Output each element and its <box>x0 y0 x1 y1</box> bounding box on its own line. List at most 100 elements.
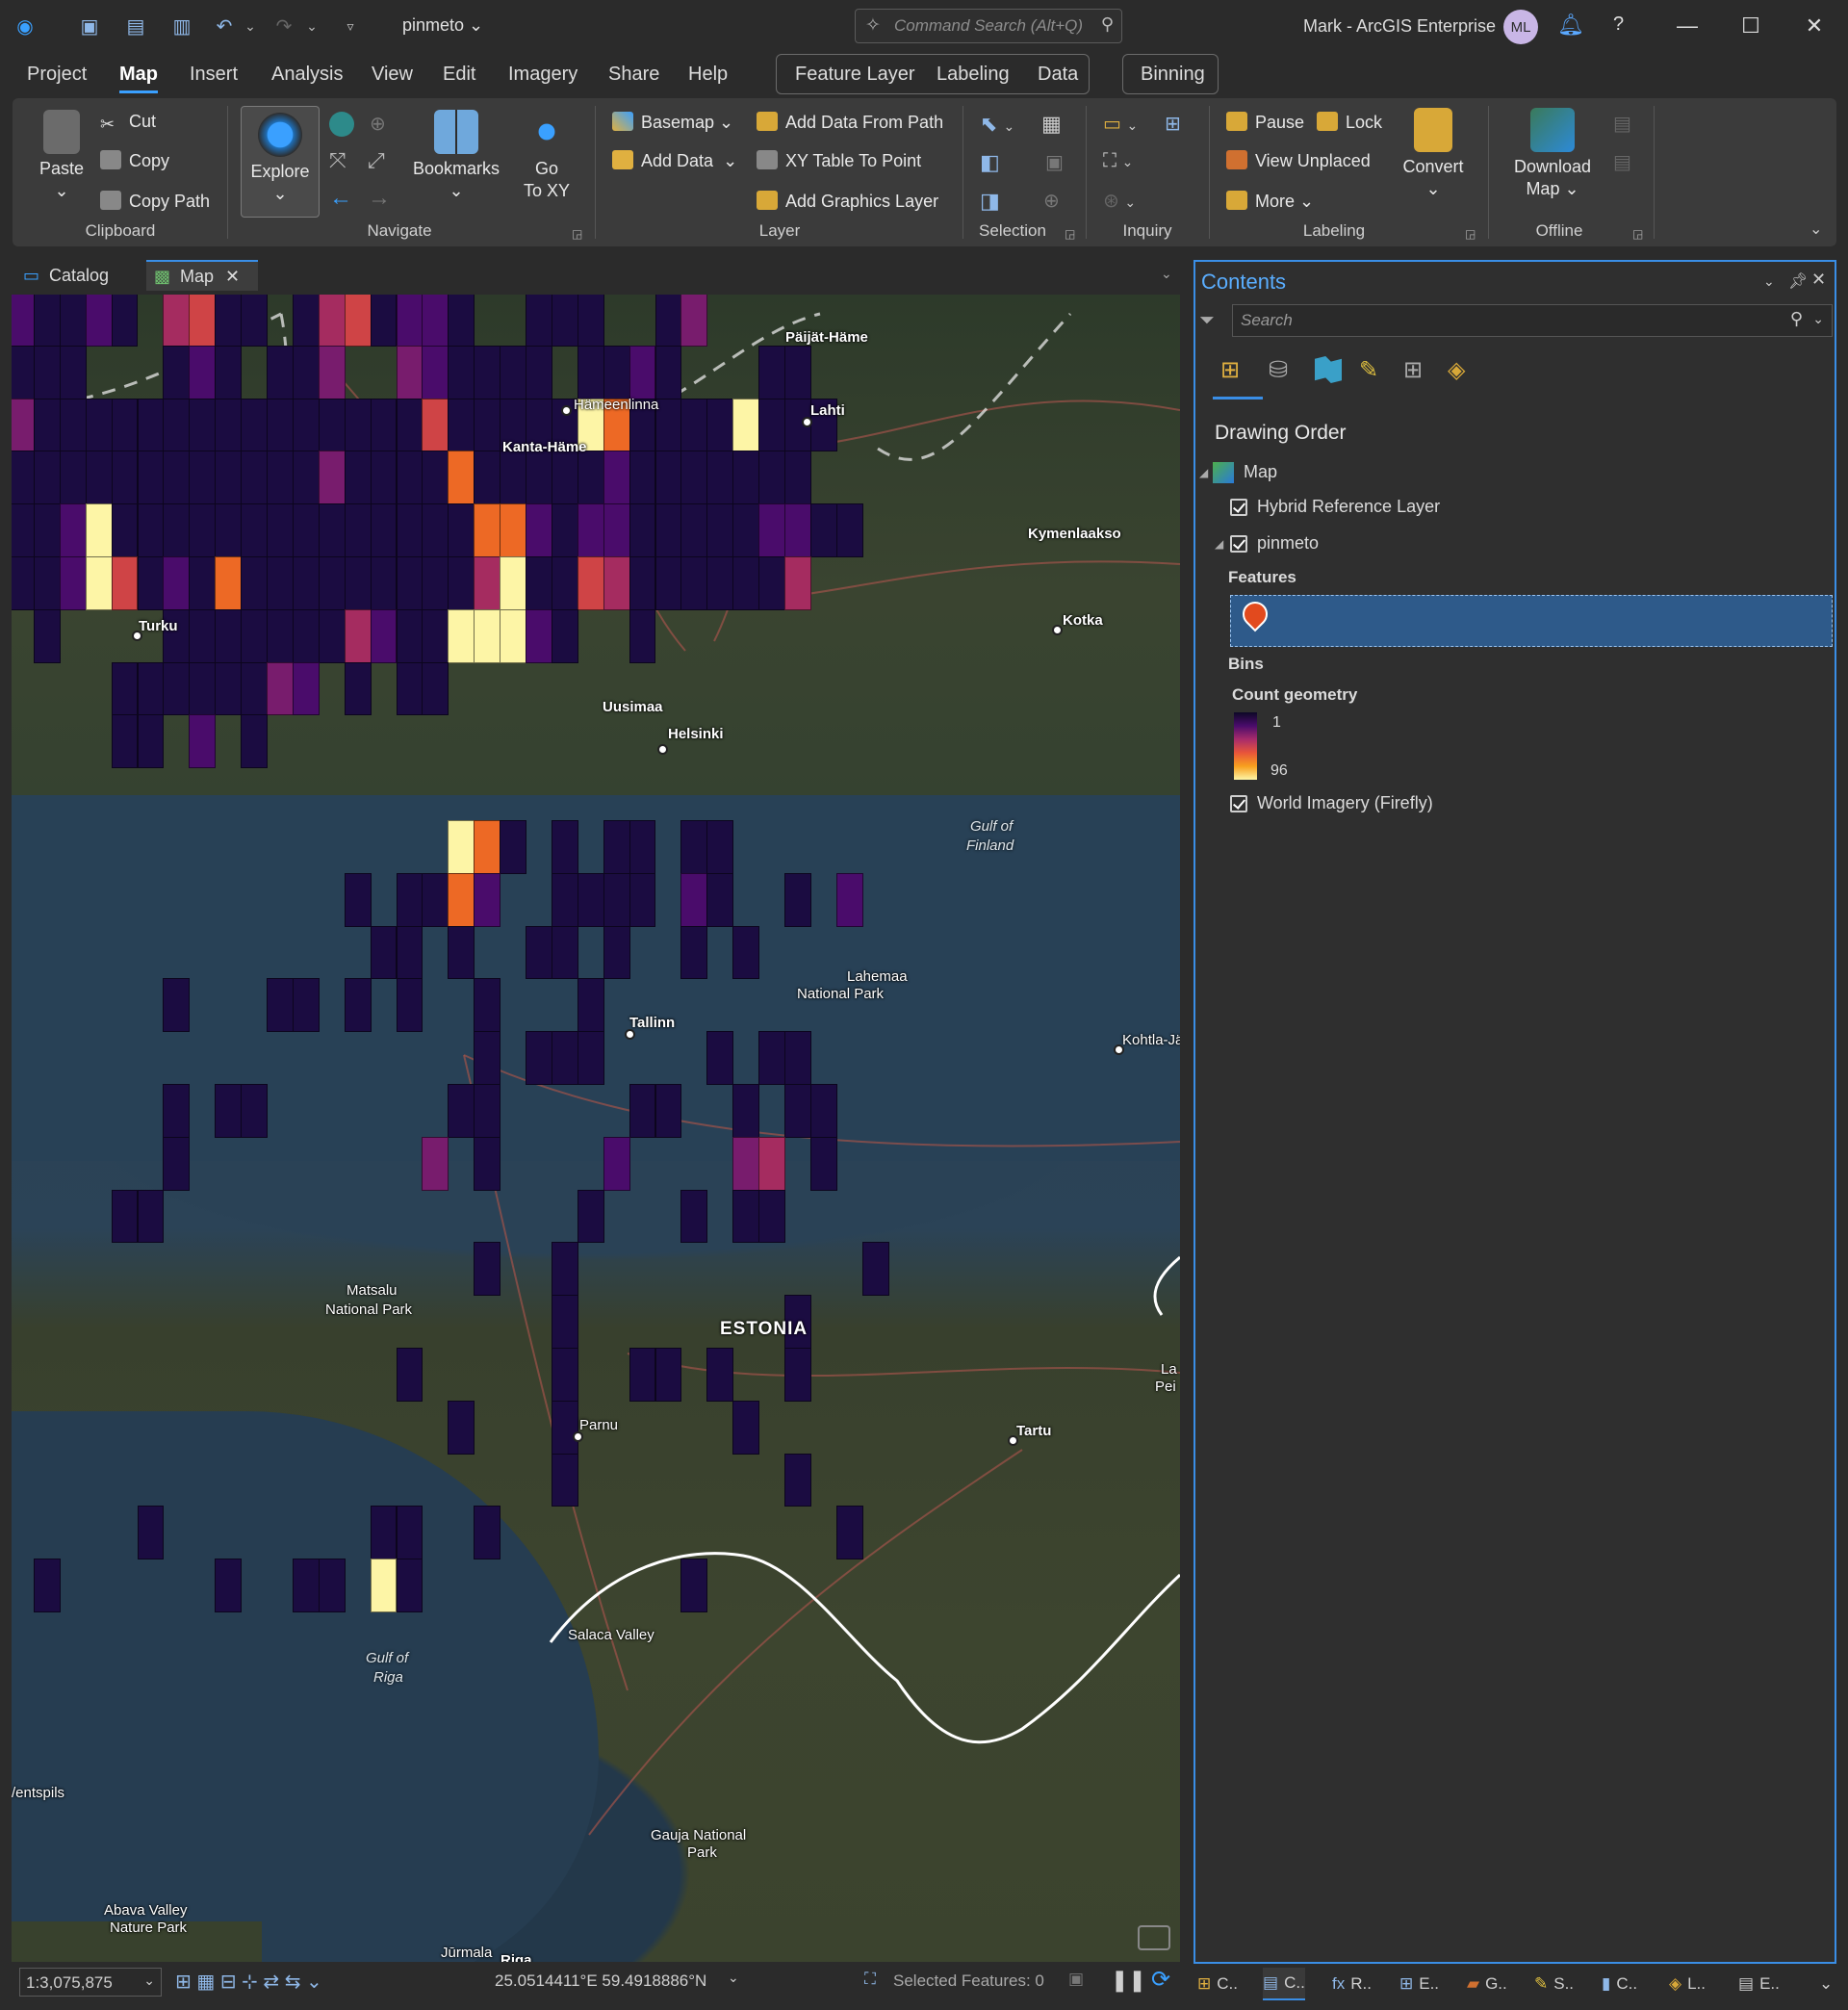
bottom-pane-tab[interactable]: ◈ L.. <box>1669 1968 1706 2000</box>
close-tab-icon[interactable]: ✕ <box>225 267 240 287</box>
world-imagery-label[interactable]: World Imagery (Firefly) <box>1257 793 1433 813</box>
avatar[interactable]: ML <box>1503 10 1538 44</box>
bookmarks-button[interactable]: Bookmarks ⌄ <box>410 110 502 202</box>
pane-options-icon[interactable]: ⌄ <box>1763 273 1775 290</box>
locate-icon[interactable]: ⛶ ⌄ <box>1103 150 1133 172</box>
command-search-input[interactable]: ✧ Command Search (Alt+Q) ⚲ <box>855 9 1122 43</box>
bottom-pane-tab[interactable]: ✎ S.. <box>1534 1968 1574 2000</box>
copy-button[interactable]: Copy <box>100 150 169 171</box>
list-by-drawing-order-icon[interactable]: ⊞ <box>1220 356 1249 385</box>
bottom-pane-tab[interactable]: ⊞ E.. <box>1399 1968 1439 2000</box>
bottom-pane-tab[interactable]: ⊞ C.. <box>1197 1968 1238 2000</box>
search-icon[interactable]: ⚲ <box>1790 309 1803 329</box>
zoom-to-selection-icon[interactable]: ▣ <box>1045 150 1064 174</box>
world-imagery-checkbox[interactable] <box>1230 795 1247 812</box>
select-by-location-icon[interactable]: ◧ <box>980 150 1000 175</box>
basemap-button[interactable]: Basemap ⌄ <box>612 112 733 133</box>
tab-map[interactable]: Map <box>119 64 158 93</box>
refresh-icon[interactable]: ⟳ <box>1151 1966 1170 1994</box>
redo-icon[interactable]: ↷ <box>270 12 298 40</box>
bottom-pane-tab[interactable]: fx R.. <box>1332 1968 1372 2000</box>
new-project-icon[interactable]: ▣ <box>75 12 104 40</box>
project-name[interactable]: pinmeto ⌄ <box>402 15 483 36</box>
open-project-icon[interactable]: ▤ <box>121 12 150 40</box>
lock-labeling-button[interactable]: Lock <box>1317 112 1382 133</box>
zoom-in-fixed-icon[interactable]: ⤧ <box>329 148 346 173</box>
sync-icon[interactable]: ▤ <box>1613 112 1631 136</box>
status-tools-icons[interactable]: ⊞ ▦ ⊟ ⊹ ⇄ ⇆ ⌄ <box>175 1970 322 1994</box>
infographics-icon[interactable]: ⊞ <box>1165 112 1181 136</box>
bottom-pane-tab[interactable]: ▤ E.. <box>1738 1968 1780 2000</box>
bottom-pane-tab[interactable]: ▤ C.. <box>1263 1968 1305 2000</box>
minimize-icon[interactable]: — <box>1665 8 1709 44</box>
tab-help[interactable]: Help <box>688 64 728 86</box>
add-graphics-layer-button[interactable]: Add Graphics Layer <box>757 191 938 212</box>
fixed-zoom-icon[interactable]: ⊕ <box>370 112 386 136</box>
xy-table-to-point-button[interactable]: XY Table To Point <box>757 150 921 171</box>
maximize-icon[interactable]: ☐ <box>1729 8 1773 44</box>
filter-icon[interactable]: ⏷ <box>1199 310 1215 332</box>
undo-icon[interactable]: ↶ <box>210 12 239 40</box>
close-pane-icon[interactable]: ✕ <box>1811 270 1826 290</box>
previous-extent-icon[interactable]: ← <box>329 185 352 212</box>
expand-map-icon[interactable]: ◢ <box>1199 466 1208 479</box>
list-by-labeling-icon[interactable]: ◈ <box>1448 356 1465 384</box>
list-by-snapping-icon[interactable]: ⊞ <box>1403 356 1423 384</box>
download-map-button[interactable]: Download Map ⌄ <box>1503 108 1602 200</box>
tab-list-dropdown-icon[interactable]: ⌄ <box>1161 266 1172 282</box>
navigate-launcher-icon[interactable]: ◲ <box>572 227 582 241</box>
map-node-label[interactable]: Map <box>1244 462 1277 482</box>
search-options-icon[interactable]: ⌄ <box>1812 311 1824 327</box>
next-extent-icon[interactable]: → <box>368 185 391 212</box>
list-by-editing-icon[interactable]: ✎ <box>1359 356 1378 384</box>
pin-icon[interactable]: 📌︎ <box>1788 271 1808 291</box>
tab-analysis[interactable]: Analysis <box>271 64 343 86</box>
labeling-launcher-icon[interactable]: ◲ <box>1465 227 1476 241</box>
coordinate-units-dropdown-icon[interactable]: ⌄ <box>728 1970 739 1986</box>
tab-data[interactable]: Data <box>1038 64 1078 86</box>
remove-offline-icon[interactable]: ▤ <box>1613 150 1631 174</box>
tab-insert[interactable]: Insert <box>190 64 238 86</box>
add-data-button[interactable]: Add Data ⌄ <box>612 150 737 171</box>
scale-selector[interactable]: 1:3,075,875 ⌄ <box>19 1968 162 1997</box>
bottom-pane-tab[interactable]: ▰ G.. <box>1467 1968 1507 2000</box>
expand-pinmeto-icon[interactable]: ◢ <box>1215 537 1223 551</box>
paste-button[interactable]: Paste ⌄ <box>33 110 90 202</box>
list-by-source-icon[interactable]: ⛁ <box>1269 356 1288 384</box>
tab-catalog[interactable]: ▭ Catalog <box>15 260 144 291</box>
more-tabs-icon[interactable]: ⌄ <box>1819 1968 1833 2000</box>
explore-button[interactable]: Explore ⌄ <box>241 106 320 218</box>
pinmeto-layer-checkbox[interactable] <box>1230 535 1247 553</box>
offline-launcher-icon[interactable]: ◲ <box>1632 227 1643 241</box>
collapse-ribbon-icon[interactable]: ⌄ <box>1810 219 1822 239</box>
customize-toolbar-icon[interactable]: ▿ <box>339 12 362 40</box>
view-unplaced-button[interactable]: View Unplaced <box>1226 150 1371 171</box>
contents-search-input[interactable]: Search ⚲ ⌄ <box>1232 304 1833 337</box>
go-to-xy-button[interactable]: Go To XY <box>516 110 578 202</box>
hybrid-layer-label[interactable]: Hybrid Reference Layer <box>1257 497 1440 517</box>
list-by-selection-icon[interactable] <box>1315 356 1342 383</box>
save-project-icon[interactable]: ▥ <box>167 12 196 40</box>
undo-dropdown-icon[interactable]: ⌄ <box>241 12 260 40</box>
convert-button[interactable]: Convert ⌄ <box>1398 108 1469 200</box>
cut-button[interactable]: ✂ Cut <box>100 112 156 134</box>
tab-labeling[interactable]: Labeling <box>937 64 1010 86</box>
features-symbol-row[interactable] <box>1230 595 1833 647</box>
coordinate-conversion-icon[interactable]: ⊛ ⌄ <box>1103 189 1136 213</box>
clear-selection-icon[interactable]: ◨ <box>980 189 1000 214</box>
tab-map-view[interactable]: ▩ Map ✕ <box>146 260 258 291</box>
help-icon[interactable]: ? <box>1613 13 1624 36</box>
tab-binning[interactable]: Binning <box>1141 64 1205 86</box>
zoom-out-fixed-icon[interactable]: ⤢ <box>368 148 385 173</box>
map-overview-icon[interactable] <box>1138 1925 1170 1950</box>
hybrid-layer-checkbox[interactable] <box>1230 499 1247 516</box>
redo-dropdown-icon[interactable]: ⌄ <box>302 12 321 40</box>
select-icon[interactable]: ⬉ ⌄ <box>980 112 1014 137</box>
attributes-icon[interactable]: ⊕ <box>1043 189 1060 213</box>
tab-share[interactable]: Share <box>608 64 659 86</box>
full-extent-icon[interactable] <box>329 112 354 137</box>
add-data-from-path-button[interactable]: Add Data From Path <box>757 112 943 133</box>
copy-path-button[interactable]: Copy Path <box>100 191 210 212</box>
close-window-icon[interactable]: ✕ <box>1792 8 1836 44</box>
measure-icon[interactable]: ▭ ⌄ <box>1103 112 1138 136</box>
